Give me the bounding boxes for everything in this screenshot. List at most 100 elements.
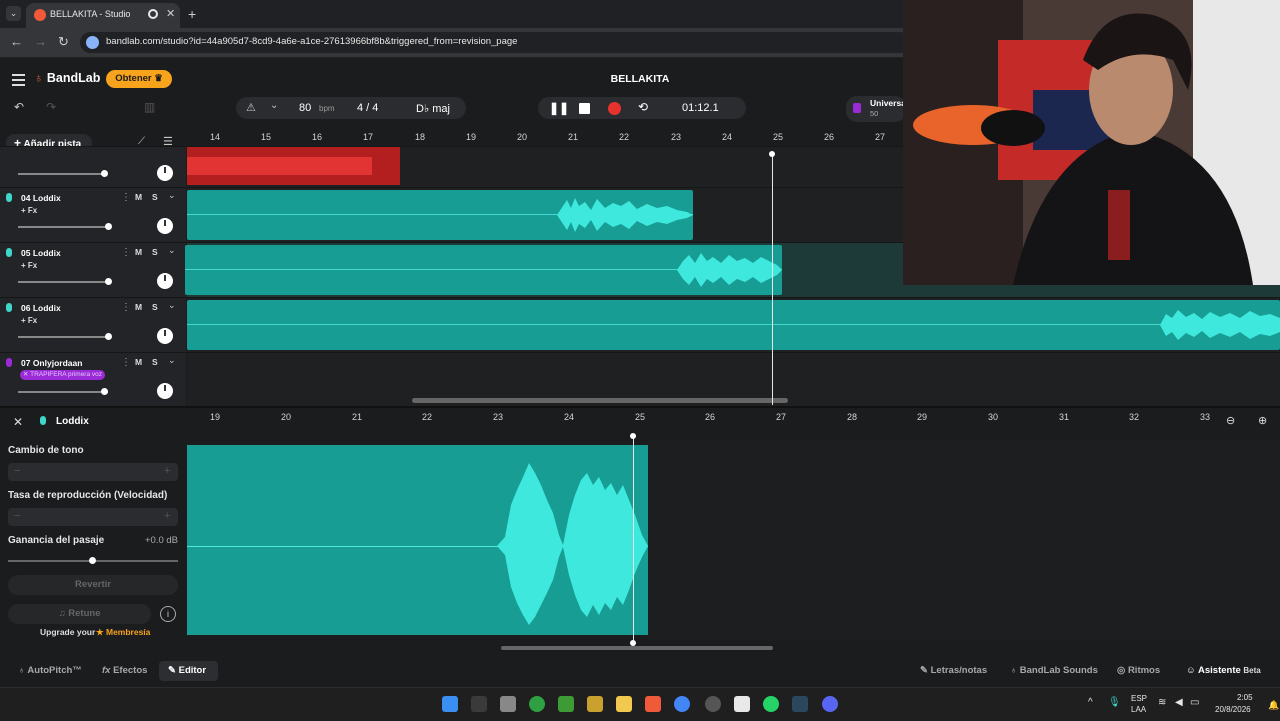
mute-button[interactable]: M (135, 247, 142, 257)
volume-slider[interactable] (18, 226, 108, 228)
pan-knob[interactable] (157, 328, 173, 344)
volume-slider-thumb[interactable] (105, 333, 112, 340)
settings-app-icon[interactable] (705, 696, 721, 712)
pan-knob[interactable] (157, 165, 173, 181)
menu-icon[interactable] (12, 74, 25, 89)
ritmos-tab[interactable]: ◎ Ritmos (1117, 665, 1160, 676)
chrome-icon[interactable] (674, 696, 690, 712)
minus-icon[interactable]: − (14, 465, 20, 477)
horizontal-scrollbar[interactable] (412, 398, 788, 403)
minecraft-icon[interactable] (558, 696, 574, 712)
volume-slider-thumb[interactable] (105, 278, 112, 285)
plus-icon[interactable]: + (164, 465, 170, 477)
expand-chevron-icon[interactable]: ⌄ (168, 245, 176, 256)
brave-icon[interactable] (645, 696, 661, 712)
expand-chevron-icon[interactable]: ⌄ (168, 190, 176, 201)
redo-icon[interactable]: ↷ (46, 100, 56, 114)
capcut-icon[interactable] (734, 696, 750, 712)
loop-icon[interactable]: ⟲ (638, 100, 648, 114)
add-fx-button[interactable]: + Fx (21, 316, 37, 325)
volume-slider-thumb[interactable] (101, 388, 108, 395)
track-name[interactable]: 04 Loddix (21, 193, 61, 203)
fx-preset-tag[interactable]: ✕ TRAPIFERA primera voz (20, 370, 106, 380)
volume-slider[interactable] (18, 281, 108, 283)
asistente-tab[interactable]: ☺ Asistente Beta (1186, 665, 1261, 676)
xbox-icon[interactable] (529, 696, 545, 712)
mute-button[interactable]: M (135, 192, 142, 202)
game-launcher-icon[interactable] (587, 696, 603, 712)
metronome-icon[interactable]: ⚠ (246, 101, 256, 114)
bpm-value[interactable]: 80 (299, 102, 311, 114)
browser-tab[interactable]: BELLAKITA - Studio ✕ (26, 3, 180, 28)
timeline-ruler[interactable]: 14 15 16 17 18 19 20 21 22 23 24 25 26 2… (187, 130, 903, 146)
solo-button[interactable]: S (152, 302, 158, 312)
pan-knob[interactable] (157, 273, 173, 289)
gain-slider-thumb[interactable] (89, 557, 96, 564)
track-header-partial[interactable] (0, 146, 186, 187)
notification-icon[interactable]: 🔔 (1268, 700, 1279, 711)
volume-slider-thumb[interactable] (101, 170, 108, 177)
universal-panel[interactable]: Universa 50 (846, 96, 906, 122)
tray-chevron-icon[interactable]: ^ (1088, 697, 1093, 708)
volume-slider[interactable] (18, 336, 108, 338)
audio-clip[interactable] (187, 300, 1280, 350)
editor-tab[interactable]: ✎ Editor (168, 665, 206, 676)
pause-button[interactable]: ❚❚ (549, 101, 569, 115)
audio-clip-red[interactable] (187, 147, 400, 185)
whatsapp-icon[interactable] (763, 696, 779, 712)
pitch-stepper[interactable]: − + (8, 463, 178, 481)
plus-icon[interactable]: + (164, 510, 170, 522)
language-bottom[interactable]: LAA (1131, 705, 1146, 714)
close-editor-icon[interactable]: ✕ (13, 415, 23, 429)
add-fx-button[interactable]: + Fx (21, 206, 37, 215)
editor-audio-clip[interactable] (187, 445, 648, 635)
autopitch-tab[interactable]: ♁ AutoPitch™ (18, 665, 82, 676)
editor-ruler[interactable]: 19 20 21 22 23 24 25 26 27 28 29 30 31 3… (187, 410, 1217, 426)
new-tab-button[interactable]: + (188, 6, 196, 22)
time-signature[interactable]: 4 / 4 (357, 102, 378, 114)
track-name[interactable]: 05 Loddix (21, 248, 61, 258)
track-header-06[interactable]: 06 Loddix ⋮ M S ⌄ + Fx (0, 297, 186, 352)
track-menu-icon[interactable]: ⋮ (121, 357, 131, 368)
volume-slider-thumb[interactable] (105, 223, 112, 230)
mixer-icon[interactable]: ▥ (144, 100, 155, 114)
track-header-05[interactable]: 05 Loddix ⋮ M S ⌄ + Fx (0, 242, 186, 297)
track-header-07[interactable]: 07 Onlyjordaan ⋮ M S ⌄ ✕ TRAPIFERA prime… (0, 352, 186, 407)
track-header-04[interactable]: 04 Loddix ⋮ M S ⌄ + Fx (0, 187, 186, 242)
track-name[interactable]: 07 Onlyjordaan (21, 358, 82, 368)
microphone-tray-icon[interactable]: 🎙 (1108, 697, 1121, 708)
zoom-in-icon[interactable]: ⊕ (1258, 414, 1267, 427)
editor-grid[interactable] (648, 440, 1280, 640)
forward-icon[interactable]: → (34, 34, 47, 49)
playhead[interactable] (772, 152, 773, 405)
mute-button[interactable]: M (135, 357, 142, 367)
tab-search-chevron-icon[interactable]: ⌄ (6, 6, 21, 21)
url-field[interactable]: bandlab.com/studio?id=44a905d7-8cd9-4a6e… (80, 32, 910, 53)
record-button[interactable] (608, 102, 621, 115)
efectos-tab[interactable]: fx Efectos (102, 665, 147, 676)
file-explorer-icon[interactable] (616, 696, 632, 712)
playhead-handle[interactable] (769, 151, 775, 157)
mute-button[interactable]: M (135, 302, 142, 312)
editor-playhead-handle[interactable] (630, 433, 636, 439)
pan-knob[interactable] (157, 218, 173, 234)
revert-button[interactable]: Revertir (8, 575, 178, 595)
site-info-icon[interactable] (86, 36, 99, 49)
lyrics-tab[interactable]: ✎ Letras/notas (920, 665, 987, 676)
clock-date[interactable]: 20/8/2026 (1215, 705, 1251, 714)
track-menu-icon[interactable]: ⋮ (121, 247, 131, 258)
obtener-button[interactable]: Obtener ♛ (106, 70, 172, 88)
editor-playhead[interactable] (633, 436, 634, 644)
store-icon[interactable] (500, 696, 516, 712)
expand-chevron-icon[interactable]: ⌄ (168, 300, 176, 311)
volume-icon[interactable]: ◀ (1175, 697, 1183, 708)
undo-icon[interactable]: ↶ (14, 100, 24, 114)
solo-button[interactable]: S (152, 357, 158, 367)
editor-scrollbar[interactable] (501, 646, 773, 650)
widgets-icon[interactable] (471, 696, 487, 712)
volume-slider[interactable] (18, 391, 108, 393)
solo-button[interactable]: S (152, 192, 158, 202)
language-top[interactable]: ESP (1131, 694, 1147, 703)
battery-icon[interactable]: ▭ (1190, 697, 1199, 708)
membership-link[interactable]: ★ Membresía (96, 627, 150, 638)
